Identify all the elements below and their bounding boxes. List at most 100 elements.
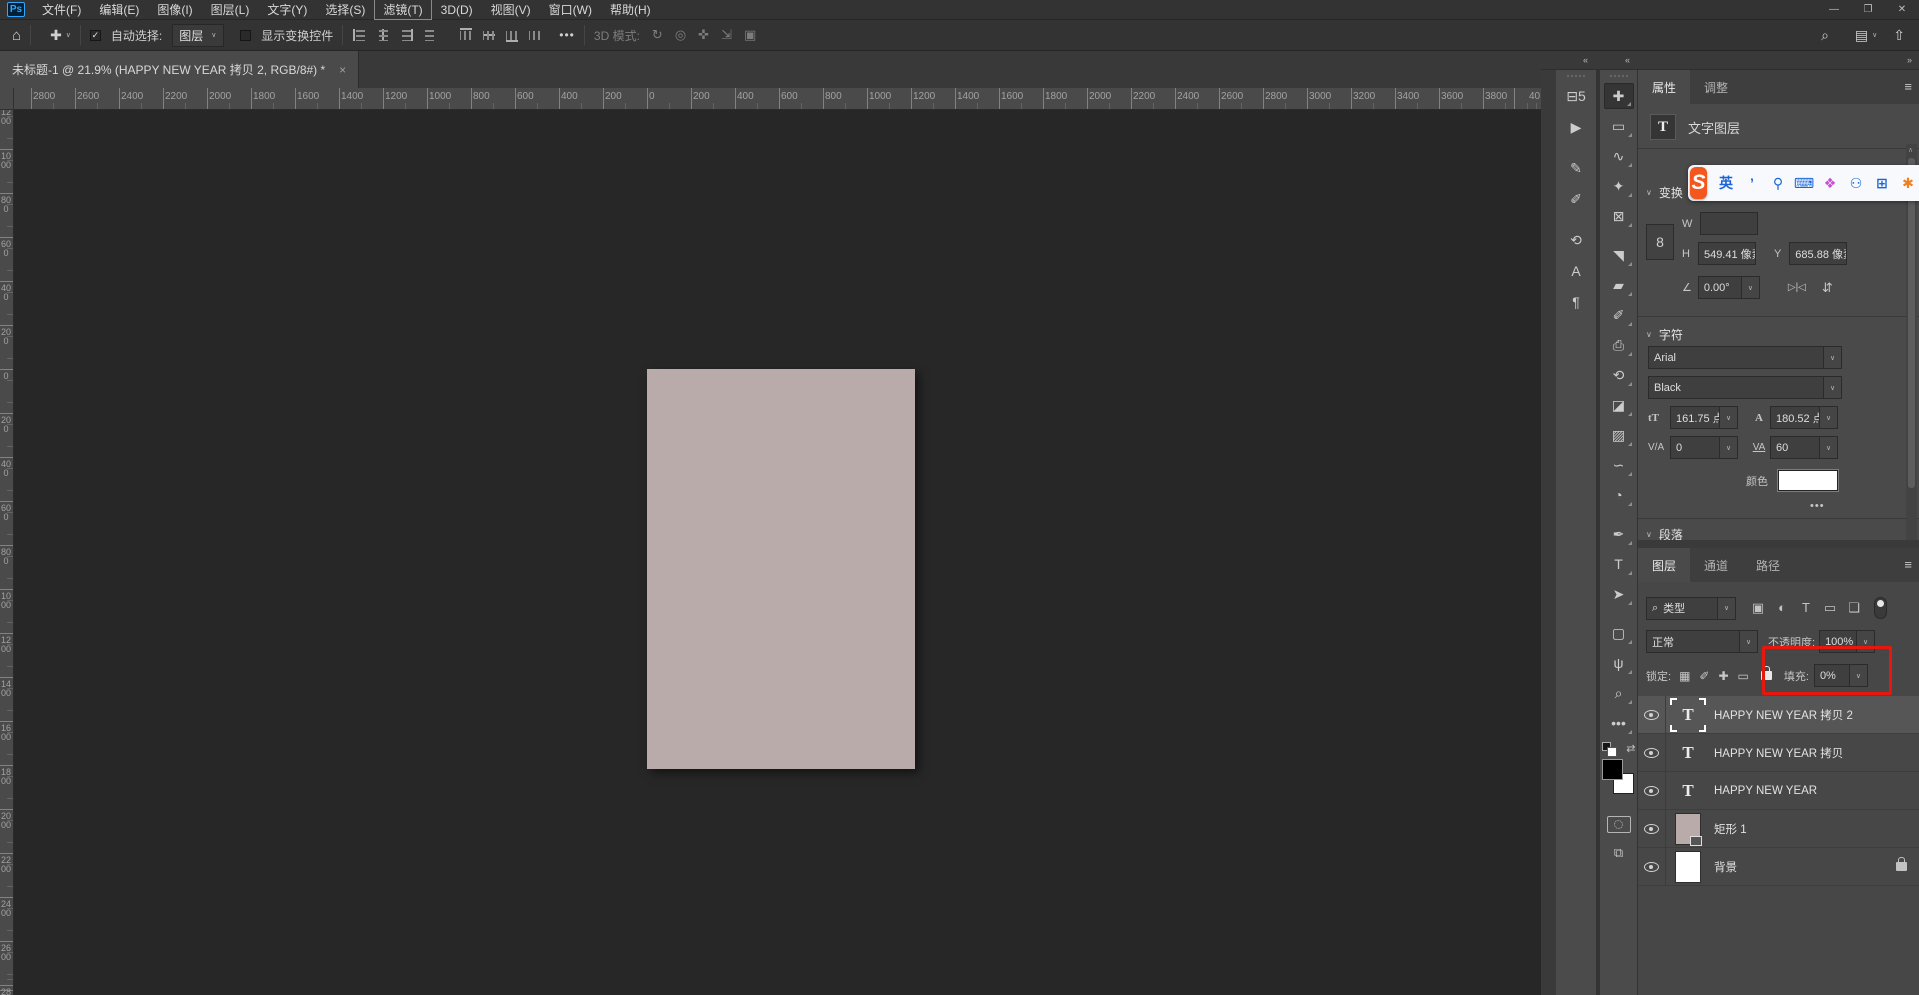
menu-item[interactable]: 文字(Y)	[258, 0, 316, 20]
tab-close-icon[interactable]: ×	[339, 63, 346, 77]
panel-divider[interactable]	[1638, 540, 1919, 548]
layer-thumbnail[interactable]: T	[1670, 696, 1706, 734]
y-field[interactable]: 685.88 像素	[1789, 242, 1847, 265]
scrollbar-thumb[interactable]	[1908, 158, 1915, 488]
collapsed-panel-icon[interactable]: ⟲	[1562, 227, 1590, 253]
more-character-options-icon[interactable]: •••	[1810, 500, 1825, 512]
layer-row[interactable]: T HAPPY NEW YEAR 拷贝	[1638, 734, 1919, 772]
auto-select-dropdown[interactable]: 图层 ∨	[172, 24, 224, 47]
layer-thumbnail[interactable]	[1670, 848, 1706, 886]
tracking-field[interactable]: 0	[1670, 436, 1720, 459]
ime-icon[interactable]: ⚇	[1845, 175, 1867, 192]
lock-option-icon[interactable]: ▦	[1679, 669, 1690, 683]
chevron-down-icon[interactable]: ∨	[1646, 530, 1652, 539]
menu-item[interactable]: 3D(D)	[432, 1, 482, 19]
font-size-field[interactable]: 161.75 点	[1670, 406, 1720, 429]
restore-button[interactable]: ❐	[1851, 0, 1885, 19]
tool-button[interactable]: ✚	[1604, 83, 1634, 109]
tool-button[interactable]: ✦	[1604, 173, 1634, 199]
align-icon[interactable]	[375, 28, 391, 42]
canvas-area[interactable]	[14, 110, 1541, 995]
menu-item[interactable]: 图层(L)	[202, 0, 259, 20]
layer-thumbnail[interactable]	[1670, 810, 1706, 848]
kerning-field[interactable]: 60	[1770, 436, 1820, 459]
layer-name[interactable]: 矩形 1	[1714, 821, 1747, 837]
tab-adjustments[interactable]: 调整	[1690, 70, 1742, 104]
tool-button[interactable]: ▰	[1604, 272, 1634, 298]
layer-visibility-toggle[interactable]	[1638, 848, 1666, 886]
tool-button[interactable]: ⟲	[1604, 362, 1634, 388]
layer-visibility-toggle[interactable]	[1638, 810, 1666, 848]
collapsed-panel-icon[interactable]: ⊟5	[1562, 83, 1590, 109]
lock-option-icon[interactable]: ▭	[1738, 669, 1749, 683]
close-button[interactable]: ✕	[1885, 0, 1919, 19]
tool-button[interactable]: •••	[1604, 710, 1634, 736]
3d-mode-icon[interactable]: ▣	[744, 27, 756, 43]
tool-button[interactable]: ⎙	[1604, 332, 1634, 358]
layer-filter-icon[interactable]: ❏	[1842, 600, 1866, 616]
expand-dock-icon[interactable]: »	[1907, 55, 1911, 65]
align-icon[interactable]	[421, 28, 437, 42]
chevron-down-icon[interactable]: ∨	[1820, 406, 1838, 429]
ime-icon[interactable]: ⚲	[1767, 175, 1789, 192]
layer-name[interactable]: HAPPY NEW YEAR 拷贝	[1714, 745, 1843, 761]
scroll-up-icon[interactable]: ∧	[1908, 146, 1913, 154]
swap-colors-icon[interactable]: ⇄	[1626, 742, 1635, 755]
tool-button[interactable]: ▭	[1604, 113, 1634, 139]
3d-mode-icon[interactable]: ◎	[675, 27, 686, 43]
flip-vertical-icon[interactable]: ⇵	[1822, 280, 1833, 296]
collapsed-panel-icon[interactable]: ✎	[1562, 155, 1590, 181]
menu-item[interactable]: 窗口(W)	[540, 0, 601, 20]
chevron-down-icon[interactable]: ∨	[1720, 436, 1738, 459]
properties-scrollbar[interactable]: ∧ ∨	[1906, 144, 1917, 569]
tool-button[interactable]: ▢	[1604, 620, 1634, 646]
layer-filter-icon[interactable]: ▣	[1746, 600, 1770, 616]
font-family-field[interactable]: Arial	[1648, 346, 1824, 369]
height-field[interactable]: 549.41 像素	[1698, 242, 1756, 265]
layer-thumbnail[interactable]: T	[1670, 772, 1706, 810]
menu-item[interactable]: 滤镜(T)	[374, 0, 431, 20]
panel-menu-icon[interactable]: ≡	[1904, 557, 1911, 572]
menu-item[interactable]: 视图(V)	[482, 0, 540, 20]
tab-paths[interactable]: 路径	[1742, 548, 1794, 582]
tool-button[interactable]: ψ	[1604, 650, 1634, 676]
align-icon[interactable]	[459, 27, 473, 43]
collapsed-panel-icon[interactable]: A	[1562, 258, 1590, 284]
lock-option-icon[interactable]: ✚	[1718, 669, 1728, 683]
chevron-down-icon[interactable]: ∨	[1820, 436, 1838, 459]
share-icon[interactable]: ⇧	[1893, 27, 1905, 44]
tab-channels[interactable]: 通道	[1690, 548, 1742, 582]
ruler-origin-corner[interactable]	[0, 88, 14, 110]
tool-button[interactable]: ∽	[1604, 452, 1634, 478]
font-style-field[interactable]: Black	[1648, 376, 1824, 399]
quick-mask-button[interactable]	[1607, 816, 1631, 833]
collapsed-panel-icon[interactable]: ▶	[1562, 114, 1590, 140]
ime-icon[interactable]: ’	[1741, 175, 1763, 191]
collapsed-panel-icon[interactable]: ✐	[1562, 186, 1590, 212]
tool-button[interactable]: ◪	[1604, 392, 1634, 418]
layer-row[interactable]: T HAPPY NEW YEAR	[1638, 772, 1919, 810]
collapse-toolbar-icon[interactable]: «	[1625, 55, 1629, 65]
layer-thumbnail[interactable]: T	[1670, 734, 1706, 772]
tool-button[interactable]: ➤	[1604, 581, 1634, 607]
width-field[interactable]	[1700, 212, 1758, 235]
layer-filter-icon[interactable]: T	[1794, 600, 1818, 616]
minimize-button[interactable]: —	[1817, 0, 1851, 19]
menu-item[interactable]: 选择(S)	[316, 0, 374, 20]
auto-select-checkbox[interactable]: ✓	[90, 30, 101, 41]
tool-button[interactable]: ∿	[1604, 143, 1634, 169]
align-icon[interactable]	[398, 28, 414, 42]
lock-option-icon[interactable]: ✐	[1699, 669, 1709, 683]
panel-menu-icon[interactable]: ≡	[1904, 79, 1911, 94]
ime-icon[interactable]: ✱	[1897, 175, 1919, 192]
tab-properties[interactable]: 属性	[1638, 70, 1690, 104]
ime-icon[interactable]: ⊞	[1871, 175, 1893, 192]
leading-field[interactable]: 180.52 点	[1770, 406, 1820, 429]
search-icon[interactable]: ⌕	[1821, 27, 1829, 44]
chevron-down-icon[interactable]: ∨	[1646, 188, 1652, 197]
layer-filter-icon[interactable]: ◐	[1770, 600, 1794, 616]
strip-grip[interactable]	[1567, 75, 1585, 77]
link-dimensions-button[interactable]: 8	[1646, 224, 1674, 260]
layer-name[interactable]: HAPPY NEW YEAR 拷贝 2	[1714, 707, 1853, 723]
layer-row[interactable]: 矩形 1	[1638, 810, 1919, 848]
